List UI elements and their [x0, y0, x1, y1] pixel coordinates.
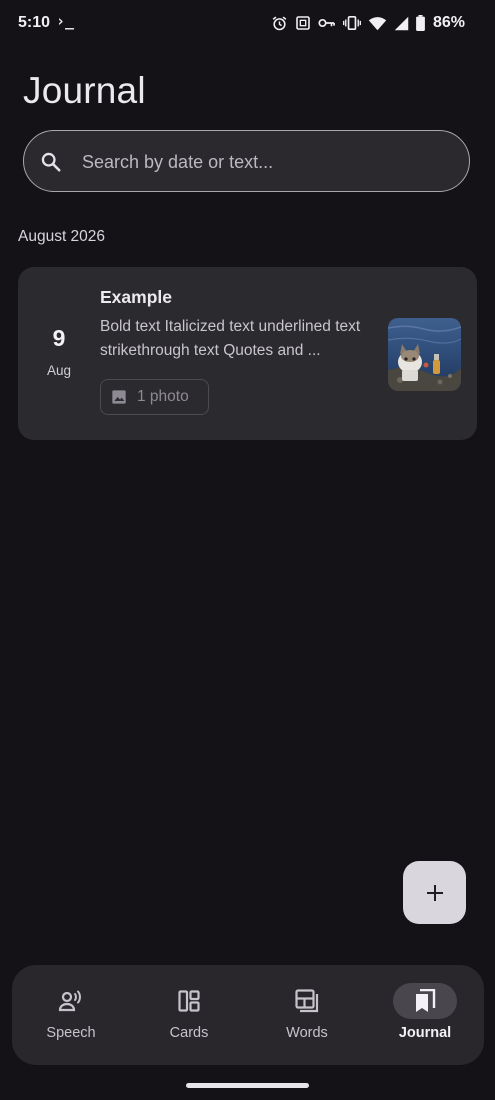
nav-label-cards: Cards	[169, 1025, 209, 1041]
bookmarks-icon	[416, 989, 436, 1012]
photo-thumbnail	[388, 318, 461, 391]
journal-entry-card[interactable]: 9 Aug Example Bold text Italicized text …	[18, 267, 477, 440]
nav-label-journal: Journal	[398, 1025, 452, 1041]
status-bar: 5:10 ›_ 86%	[0, 0, 495, 46]
photo-count-label: 1 photo	[137, 388, 189, 405]
nav-icon-container	[39, 983, 103, 1019]
battery-percent: 86%	[432, 14, 465, 31]
home-indicator[interactable]	[186, 1083, 309, 1088]
entry-month: Aug	[46, 363, 72, 378]
entry-preview: Bold text Italicized text underlined tex…	[100, 318, 361, 359]
search-bar[interactable]	[23, 130, 470, 192]
nav-item-journal[interactable]: Journal	[366, 965, 484, 1065]
nav-item-speech[interactable]: Speech	[12, 965, 130, 1065]
record-voice-icon	[58, 990, 81, 1012]
entry-title: Example	[100, 287, 172, 307]
entry-day: 9	[52, 325, 66, 351]
nav-item-cards[interactable]: Cards	[130, 965, 248, 1065]
alarm-icon	[272, 16, 287, 30]
wifi-icon	[368, 16, 387, 30]
nfc-icon	[296, 16, 310, 30]
bottom-navigation: Speech Cards Words Journal	[12, 965, 484, 1065]
library-icon	[295, 989, 319, 1013]
terminal-icon: ›_	[56, 12, 75, 30]
nav-label-words: Words	[286, 1025, 328, 1041]
status-icons: 86%	[271, 14, 465, 32]
vpn-key-icon	[318, 18, 335, 28]
image-icon	[112, 390, 126, 404]
signal-icon	[394, 16, 409, 30]
section-heading: August 2026	[18, 228, 106, 245]
battery-icon	[416, 15, 425, 31]
vibrate-icon	[342, 15, 361, 31]
page-title: Journal	[23, 70, 146, 111]
nav-item-words[interactable]: Words	[248, 965, 366, 1065]
dashboard-icon	[178, 990, 200, 1012]
plus-icon	[426, 884, 443, 901]
status-time: 5:10	[18, 14, 51, 31]
search-input[interactable]	[80, 141, 454, 183]
nav-active-indicator	[393, 983, 457, 1019]
entry-photo-thumbnail[interactable]	[388, 318, 461, 391]
nav-icon-container	[275, 983, 339, 1019]
photo-count-chip: 1 photo	[100, 379, 209, 415]
nav-icon-container	[157, 983, 221, 1019]
add-entry-button[interactable]	[403, 861, 466, 924]
search-icon[interactable]	[40, 151, 62, 173]
nav-label-speech: Speech	[46, 1025, 96, 1041]
